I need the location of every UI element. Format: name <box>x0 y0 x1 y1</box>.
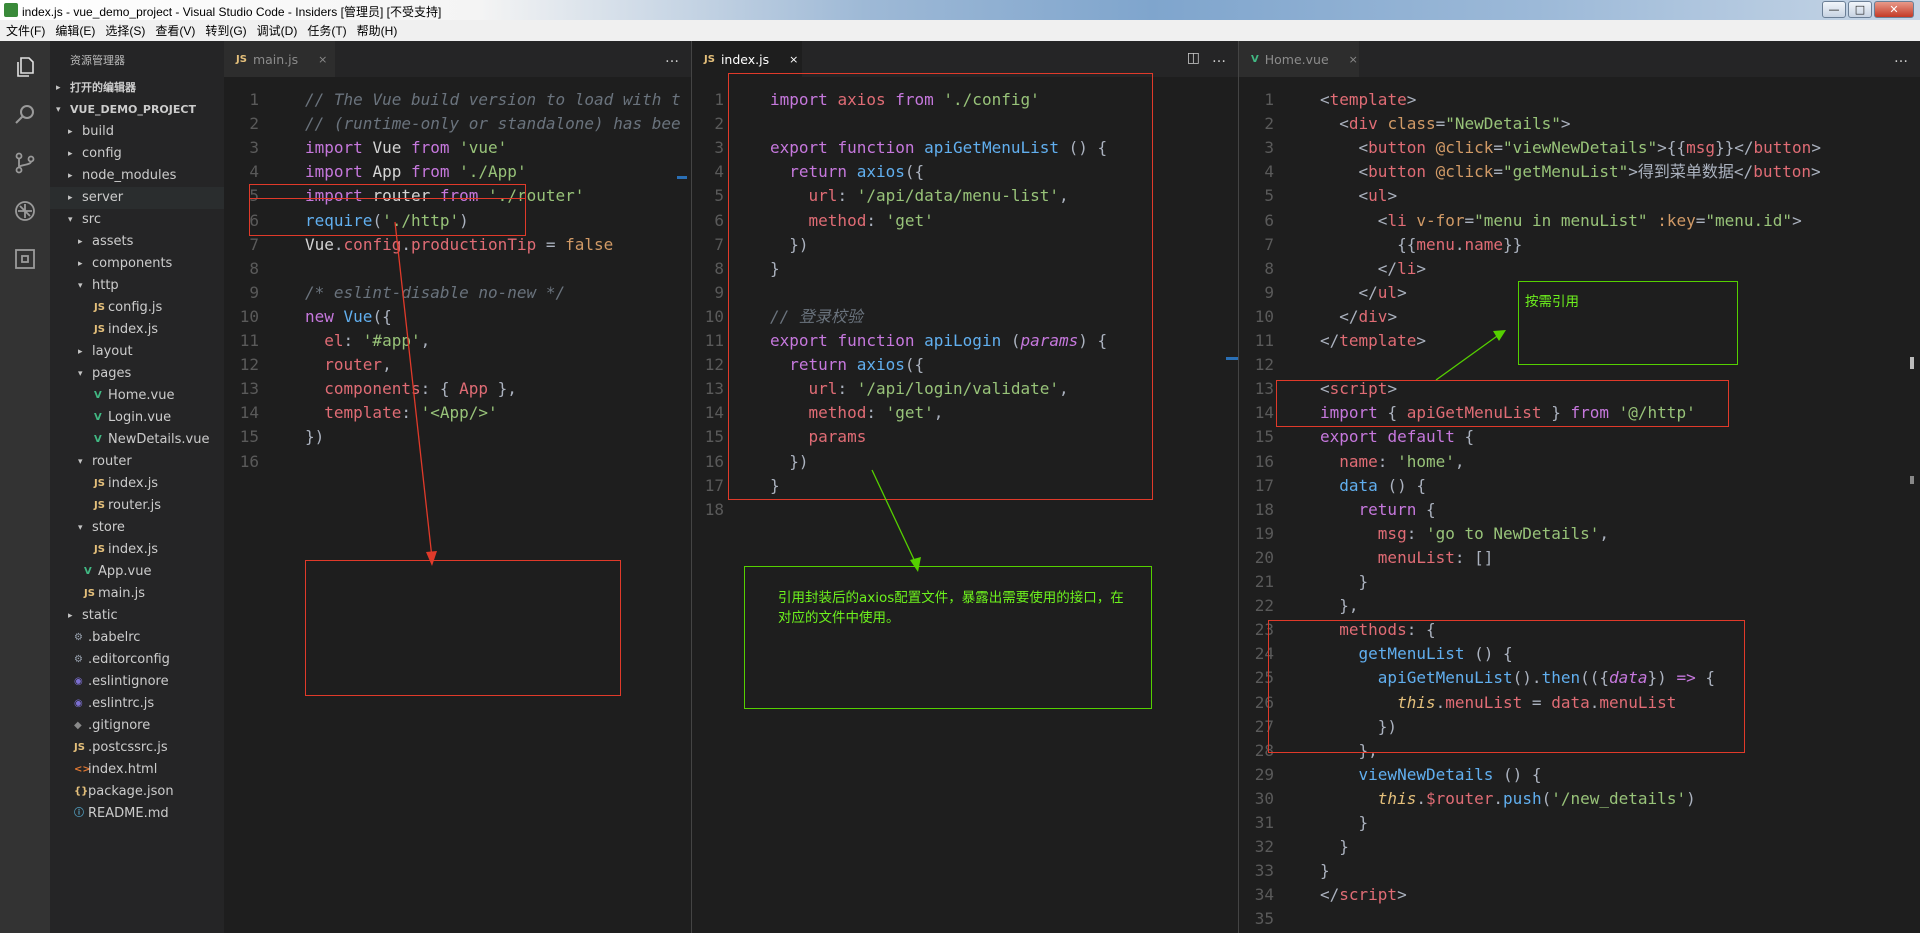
arrow-green-right <box>1435 333 1501 381</box>
arrow-red-head <box>426 551 437 566</box>
annotation-arrows <box>394 221 1506 572</box>
vscode-window: index.js - vue_demo_project - Visual Stu… <box>0 0 1920 933</box>
arrow-green-center-head <box>910 557 921 572</box>
arrow-green-right-head <box>1493 330 1506 341</box>
arrow-green-center <box>871 469 918 567</box>
arrow-red <box>394 221 433 559</box>
